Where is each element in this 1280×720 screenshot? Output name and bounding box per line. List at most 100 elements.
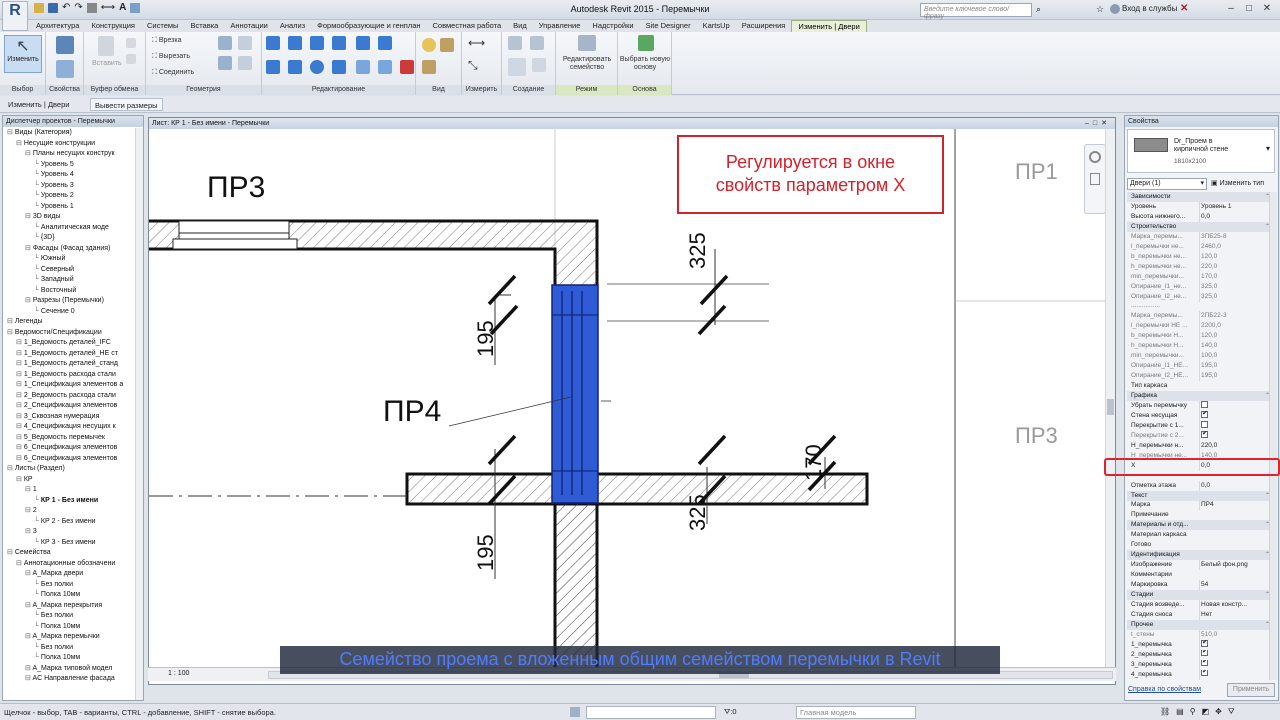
- property-value[interactable]: 510,0: [1199, 629, 1267, 640]
- browser-scrollbar[interactable]: [135, 128, 143, 700]
- similar-icon[interactable]: [532, 58, 546, 72]
- property-checkbox[interactable]: [1201, 430, 1208, 439]
- property-row[interactable]: Стена несущая: [1127, 410, 1274, 421]
- search-input[interactable]: Введите ключевое слово/фразу: [920, 3, 1032, 20]
- tree-item[interactable]: ⊟ 5_Ведомость перемычек: [16, 433, 105, 443]
- edit-type-button[interactable]: ▣ Изменить тип: [1211, 178, 1264, 190]
- worksets-icon[interactable]: [570, 707, 580, 717]
- tab-0[interactable]: Архитектура: [30, 20, 85, 32]
- property-row[interactable]: Опирание_l2_не... 325,0: [1127, 291, 1274, 302]
- tab-10[interactable]: Надстройки: [586, 20, 639, 32]
- property-row[interactable]: ................: [1127, 301, 1274, 311]
- property-checkbox[interactable]: [1201, 400, 1208, 408]
- tree-item[interactable]: ⊟ A_Марка перекрытия: [25, 601, 102, 611]
- align-icon[interactable]: [266, 36, 280, 50]
- property-value[interactable]: 325,0: [1199, 291, 1267, 302]
- property-row[interactable]: Опирание_l2_НЕ... 195,0: [1127, 371, 1274, 382]
- property-row[interactable]: Стадия сноса Нет: [1127, 609, 1274, 620]
- property-group[interactable]: Материалы и отд... ⌃: [1127, 520, 1274, 531]
- scale-icon[interactable]: [356, 60, 370, 74]
- tree-item[interactable]: ⊟ A_Марка двери: [25, 569, 83, 579]
- collapse-icon[interactable]: ⊟: [7, 329, 15, 336]
- create-assembly-icon[interactable]: [508, 36, 522, 50]
- property-checkbox[interactable]: [1201, 659, 1208, 667]
- minimize-icon[interactable]: –: [1224, 3, 1238, 16]
- collapse-icon[interactable]: ⊟: [16, 140, 24, 147]
- tree-item[interactable]: ⊟ Ведомости/Спецификации: [7, 328, 102, 338]
- show-dimensions-button[interactable]: Вывести размеры: [90, 98, 163, 111]
- tree-item[interactable]: └ Западный: [34, 275, 74, 285]
- collapse-icon[interactable]: ⊟: [25, 150, 33, 157]
- property-group[interactable]: Текст ⌃: [1127, 490, 1274, 501]
- rotate-icon[interactable]: [310, 60, 324, 74]
- chevron-down-icon[interactable]: ▾: [1266, 144, 1270, 153]
- pick-host-button[interactable]: Выбрать новую основу: [619, 56, 671, 72]
- tree-item[interactable]: ⊟ 4_Спецификация несущих к: [16, 422, 116, 432]
- property-row[interactable]: 3_перемычка: [1127, 659, 1274, 670]
- property-row[interactable]: Маркировка 54: [1127, 580, 1274, 591]
- app-menu-button[interactable]: R: [2, 1, 28, 31]
- tree-item[interactable]: └ Без полки: [34, 580, 73, 590]
- array-icon[interactable]: [332, 60, 346, 74]
- hide-icon[interactable]: [440, 38, 454, 52]
- property-group[interactable]: Строительство ⌃: [1127, 221, 1274, 232]
- collapse-icon[interactable]: ⊟: [16, 423, 24, 430]
- property-row[interactable]: b_перемычки Н... 120,0: [1127, 331, 1274, 342]
- tree-item[interactable]: ⊟ Листы (Раздел): [7, 464, 65, 474]
- split-icon[interactable]: [356, 36, 370, 50]
- property-value[interactable]: Новая констр...: [1199, 599, 1267, 610]
- collapse-icon[interactable]: ⊟: [16, 476, 24, 483]
- tab-12[interactable]: KartsUp: [697, 20, 736, 32]
- maximize-icon[interactable]: □: [1242, 3, 1256, 16]
- login-link[interactable]: Вход в службы: [1122, 4, 1177, 13]
- tree-item[interactable]: ⊟ 6_Спецификация элементов: [16, 454, 117, 464]
- property-row[interactable]: Опирание_l1_не... 325,0: [1127, 281, 1274, 292]
- tree-item[interactable]: └ Без полки: [34, 643, 73, 653]
- property-group[interactable]: Прочее ⌃: [1127, 619, 1274, 630]
- tab-1[interactable]: Конструкция: [85, 20, 141, 32]
- property-value[interactable]: Уровень 1: [1199, 201, 1267, 212]
- collapse-icon[interactable]: ⊟: [25, 486, 33, 493]
- save-icon[interactable]: [48, 3, 58, 13]
- tree-item[interactable]: └ Полка 10мм: [34, 590, 80, 600]
- property-row[interactable]: Стадия возведе... Новая констр...: [1127, 599, 1274, 610]
- tree-item[interactable]: ⊟ Виды (Категория): [7, 128, 72, 138]
- collapse-icon[interactable]: ⊟: [25, 528, 33, 535]
- apply-button[interactable]: Применить: [1227, 683, 1275, 697]
- tree-item[interactable]: └ Уровень 4: [34, 170, 74, 180]
- property-row[interactable]: Высота нижнего... 0,0: [1127, 211, 1274, 222]
- tree-item[interactable]: ⊟ 1_Спецификация элементов а: [16, 380, 123, 390]
- tree-item[interactable]: ⊟ 2_Спецификация элементов: [16, 401, 117, 411]
- tree-item[interactable]: └ КР 2 - Без имени: [34, 517, 96, 527]
- close-icon[interactable]: ✕: [1260, 3, 1274, 16]
- create-group-icon[interactable]: [508, 58, 526, 76]
- redo-icon[interactable]: ↷: [74, 3, 82, 15]
- property-group[interactable]: Зависимости ⌃: [1127, 192, 1274, 202]
- collapse-icon[interactable]: ⊟: [25, 245, 33, 252]
- property-row[interactable]: l_перемычки НЕ ... 2200,0: [1127, 321, 1274, 332]
- modify-button[interactable]: ↖ Изменить: [4, 35, 42, 73]
- text-icon[interactable]: A: [119, 3, 126, 15]
- tree-item[interactable]: ⊟ AC Направление фасада: [25, 674, 115, 684]
- select-pinned-icon[interactable]: ⚲: [1190, 707, 1196, 718]
- property-row[interactable]: Примечание: [1127, 510, 1274, 520]
- paint-icon[interactable]: [238, 36, 252, 50]
- drawing-canvas[interactable]: ПР3 ПР4 ПР1 ПР3 325 195 325 195 170: [149, 129, 1115, 667]
- tree-item[interactable]: ⊟ 1: [25, 485, 37, 495]
- select-underlay-icon[interactable]: ▤: [1176, 707, 1184, 718]
- property-value[interactable]: 195,0: [1199, 361, 1267, 372]
- measure-between-icon[interactable]: ⟷: [468, 36, 485, 50]
- collapse-icon[interactable]: ⊟: [25, 297, 33, 304]
- tree-item[interactable]: └ Южный: [34, 254, 65, 264]
- tree-item[interactable]: └ Сечение 0: [34, 307, 75, 317]
- property-row[interactable]: Готово: [1127, 540, 1274, 550]
- property-row[interactable]: Комментарии: [1127, 570, 1274, 580]
- collapse-icon[interactable]: ⊟: [16, 371, 24, 378]
- tree-item[interactable]: ⊟ Семейства: [7, 548, 51, 558]
- split-face-icon[interactable]: [218, 36, 232, 50]
- property-group[interactable]: Стадии ⌃: [1127, 590, 1274, 600]
- property-value[interactable]: [1199, 639, 1267, 650]
- property-row[interactable]: Уровень Уровень 1: [1127, 201, 1274, 212]
- property-row[interactable]: Тип каркаса: [1127, 381, 1274, 391]
- tree-item[interactable]: ⊟ 1_Ведомость деталей_НЕ ст: [16, 349, 118, 359]
